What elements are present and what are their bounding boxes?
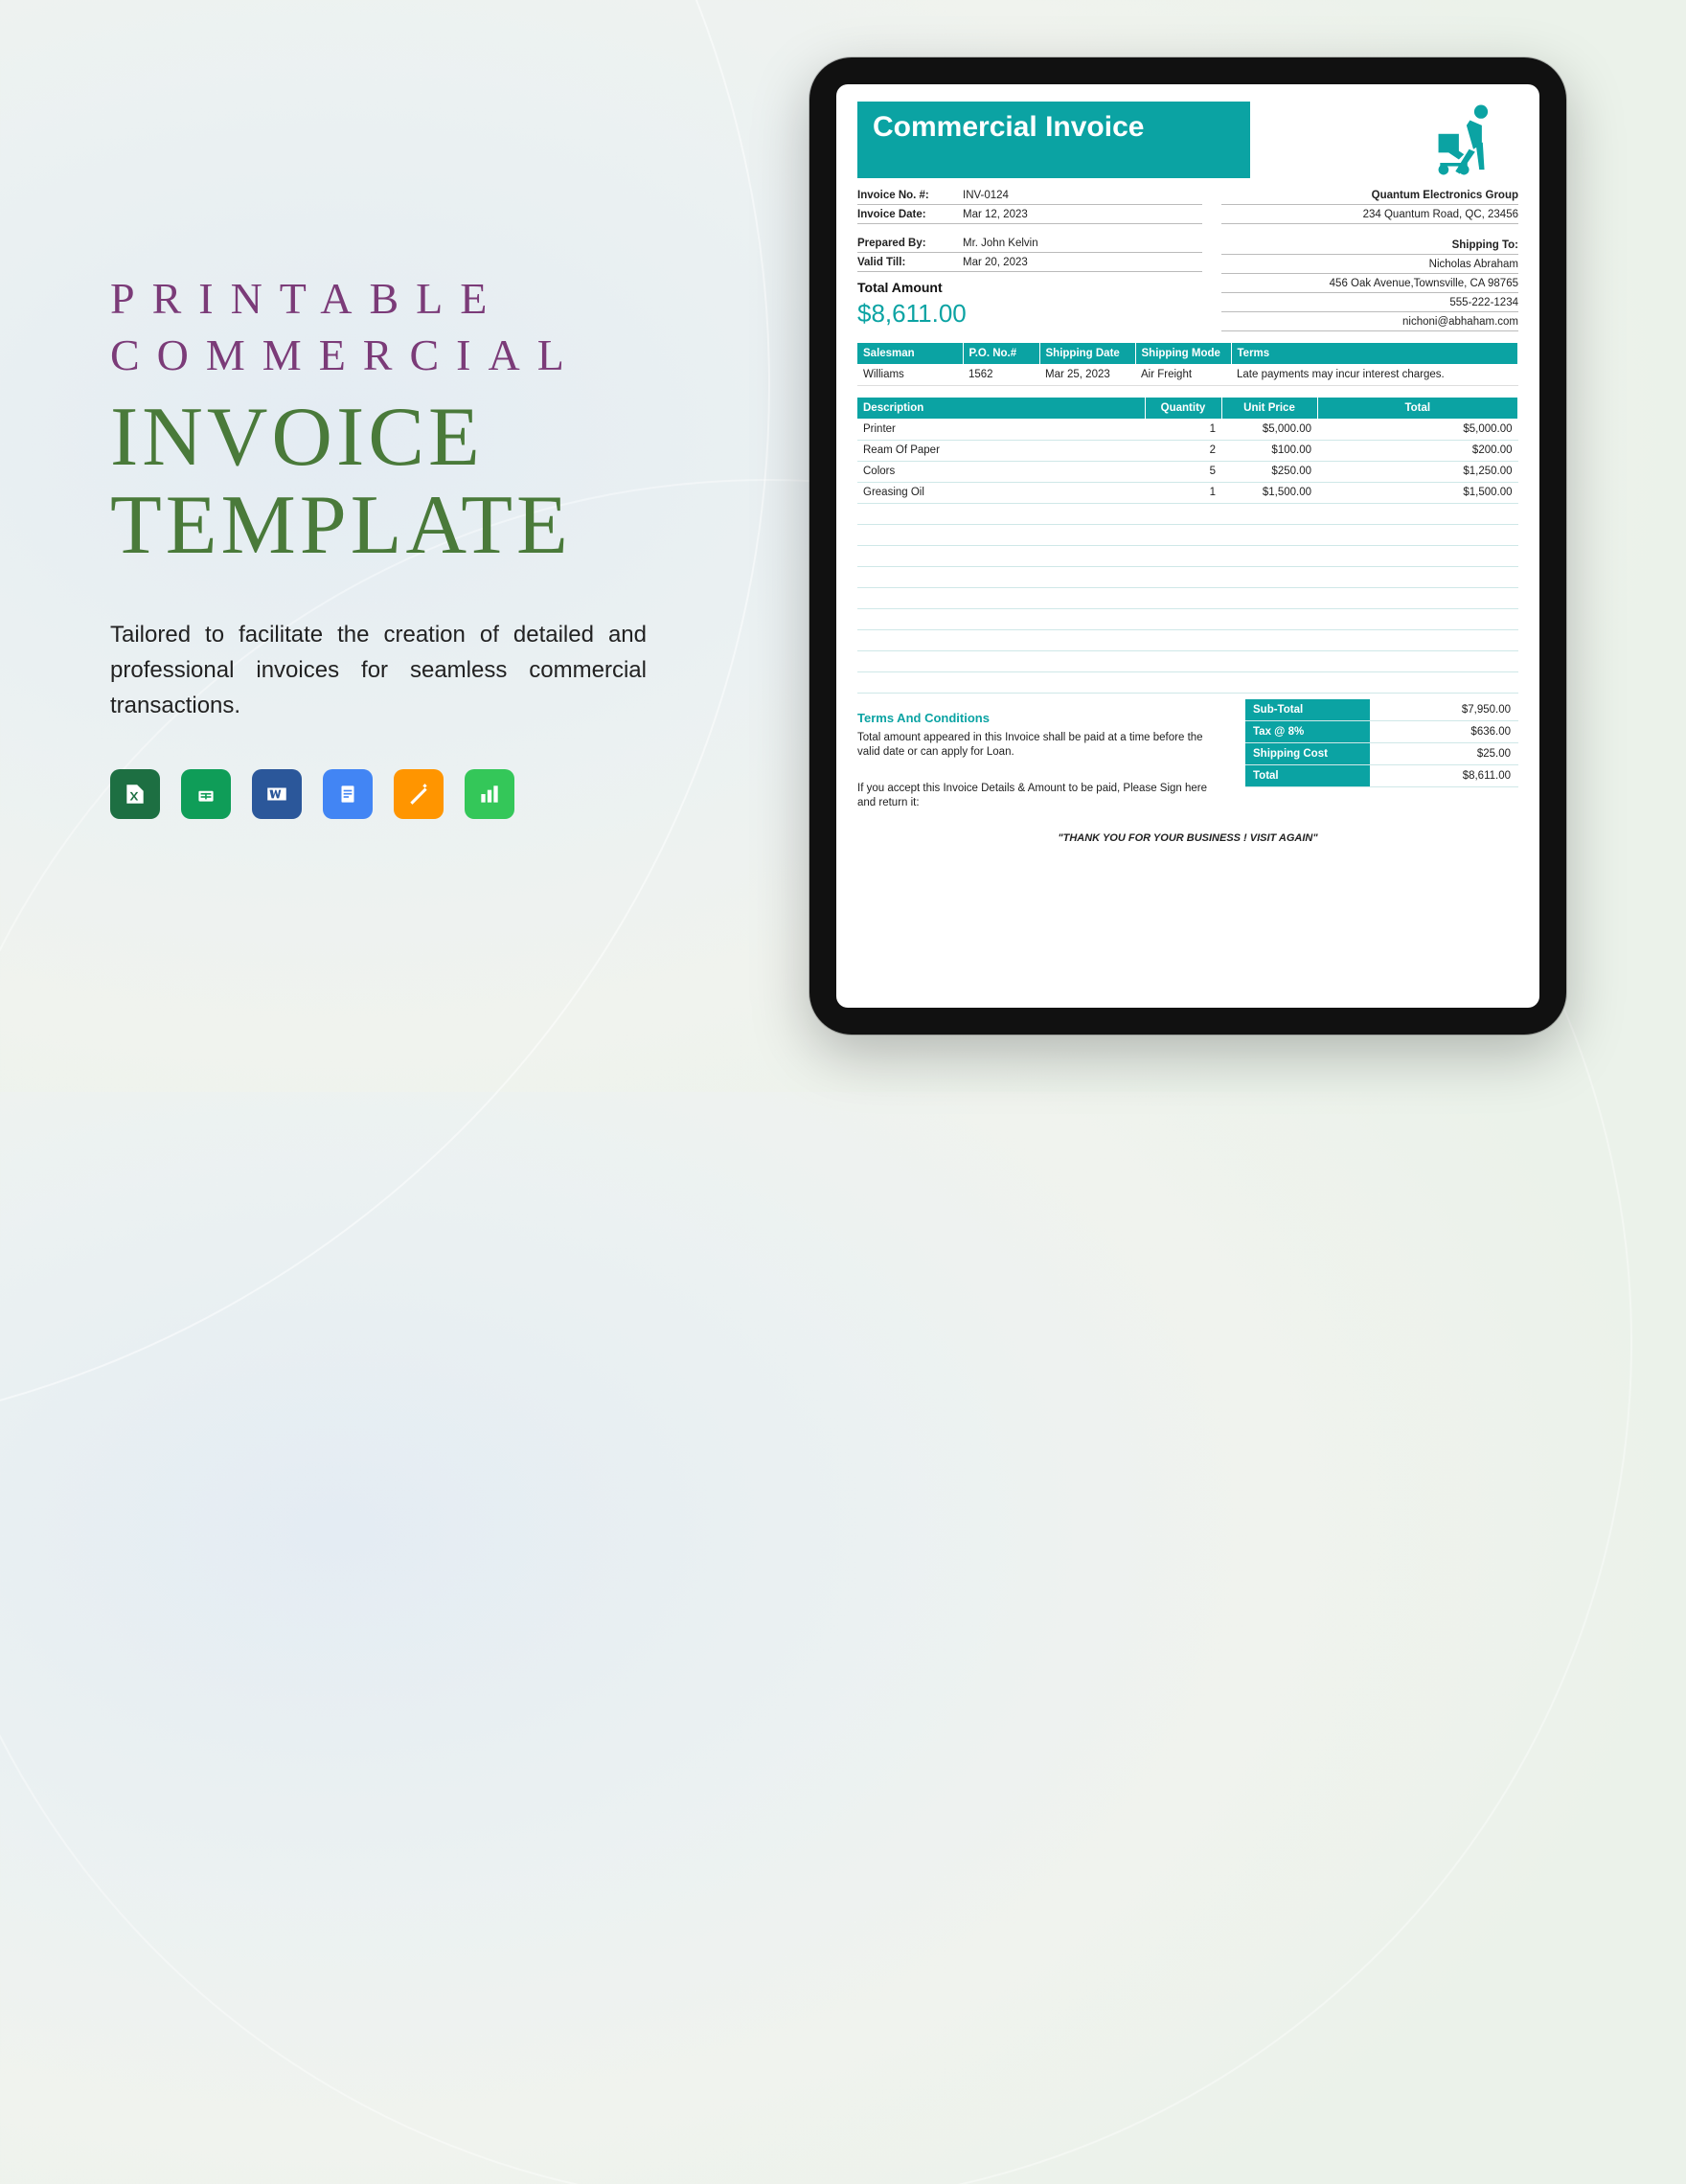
accept-text: If you accept this Invoice Details & Amo… [857, 782, 1226, 811]
promo-title-line2: COMMERCIAL [110, 330, 690, 380]
google-sheets-icon [181, 769, 231, 819]
summary-table: Sub-Total$7,950.00 Tax @ 8%$636.00 Shipp… [1245, 699, 1518, 811]
promo-description: Tailored to facilitate the creation of d… [110, 617, 647, 724]
word-icon [252, 769, 302, 819]
meta-invoice-no: Invoice No. #:INV-0124 [857, 186, 1202, 205]
delivery-icon [1250, 102, 1518, 178]
terms-text: Total amount appeared in this Invoice sh… [857, 731, 1226, 761]
item-row: Printer1$5,000.00$5,000.00 [857, 419, 1518, 440]
meta-invoice-date: Invoice Date:Mar 12, 2023 [857, 205, 1202, 224]
item-row: Ream Of Paper2$100.00$200.00 [857, 440, 1518, 461]
pages-icon [394, 769, 444, 819]
meta-valid-till: Valid Till:Mar 20, 2023 [857, 253, 1202, 272]
app-icon-row [110, 769, 690, 819]
invoice-document: Commercial Invoice Invoice No. #:INV-012… [836, 84, 1539, 1008]
terms-title: Terms And Conditions [857, 711, 1226, 725]
ship-name: Nicholas Abraham [1221, 255, 1518, 274]
ship-phone: 555-222-1234 [1221, 293, 1518, 312]
ship-email: nichoni@abhaham.com [1221, 312, 1518, 331]
company-address: 234 Quantum Road, QC, 23456 [1221, 205, 1518, 224]
google-docs-icon [323, 769, 373, 819]
ship-address: 456 Oak Avenue,Townsville, CA 98765 [1221, 274, 1518, 293]
tablet-frame: Commercial Invoice Invoice No. #:INV-012… [809, 57, 1566, 1035]
total-amount-value: $8,611.00 [857, 299, 1202, 329]
invoice-title: Commercial Invoice [857, 102, 1250, 178]
promo-title-line4: TEMPLATE [110, 482, 690, 570]
company-name: Quantum Electronics Group [1221, 186, 1518, 205]
total-amount-label: Total Amount [857, 280, 1202, 295]
thank-you-text: "THANK YOU FOR YOUR BUSINESS ! VISIT AGA… [857, 832, 1518, 844]
numbers-icon [465, 769, 514, 819]
item-row: Greasing Oil1$1,500.00$1,500.00 [857, 482, 1518, 503]
shipping-to-label: Shipping To: [1221, 236, 1518, 255]
shipping-row: Williams1562Mar 25, 2023Air FreightLate … [857, 364, 1518, 386]
promo-title-line3: INVOICE [110, 394, 690, 482]
item-row: Colors5$250.00$1,250.00 [857, 461, 1518, 482]
shipping-table: SalesmanP.O. No.#Shipping DateShipping M… [857, 343, 1518, 386]
meta-prepared-by: Prepared By:Mr. John Kelvin [857, 234, 1202, 253]
items-table: DescriptionQuantityUnit PriceTotal Print… [857, 398, 1518, 694]
excel-icon [110, 769, 160, 819]
promo-title-line1: PRINTABLE [110, 273, 690, 324]
